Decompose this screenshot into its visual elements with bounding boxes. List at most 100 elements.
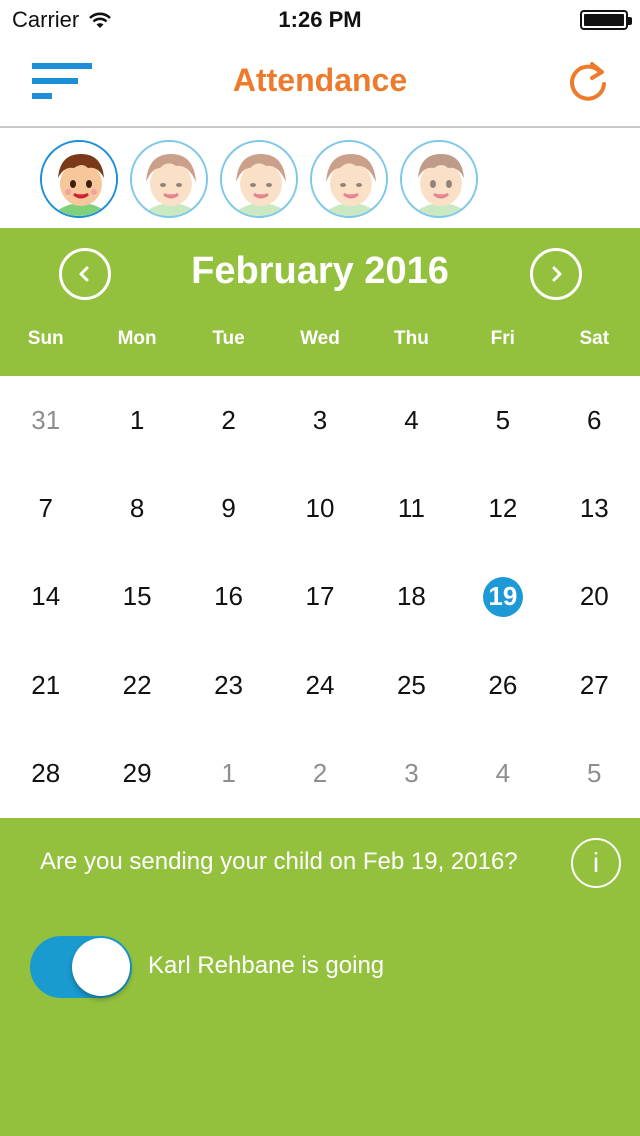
calendar-day-label: 27 — [579, 669, 609, 700]
calendar-day-label: 7 — [38, 493, 53, 524]
calendar-day[interactable]: 9 — [183, 464, 274, 552]
attendance-question: Are you sending your child on Feb 19, 20… — [40, 848, 518, 875]
chevron-right-icon — [552, 266, 562, 282]
calendar-day-label: 26 — [488, 669, 518, 700]
calendar-day[interactable]: 22 — [91, 641, 182, 729]
child-avatar-2[interactable] — [130, 140, 208, 218]
calendar-day[interactable]: 15 — [91, 553, 182, 641]
calendar-day-label: 19 — [482, 576, 523, 617]
calendar-day[interactable]: 5 — [457, 376, 548, 464]
calendar-day[interactable]: 1 — [91, 376, 182, 464]
calendar-day-label: 10 — [305, 493, 335, 524]
calendar-day[interactable]: 4 — [366, 376, 457, 464]
child-avatar-3[interactable] — [220, 140, 298, 218]
calendar-day[interactable]: 10 — [274, 464, 365, 552]
status-left: Carrier — [12, 7, 113, 33]
calendar-day[interactable]: 16 — [183, 553, 274, 641]
calendar-day[interactable]: 23 — [183, 641, 274, 729]
calendar-day-label: 3 — [312, 404, 328, 435]
weekday-row: Sun Mon Tue Wed Thu Fri Sat — [0, 328, 640, 350]
toggle-knob — [72, 938, 130, 996]
calendar-day-label: 1 — [221, 758, 236, 789]
battery-icon — [580, 10, 632, 30]
calendar-day[interactable]: 21 — [0, 641, 91, 729]
calendar-day-label: 23 — [214, 669, 244, 700]
nav-bar: Attendance — [0, 40, 640, 128]
calendar-day-label: 1 — [129, 404, 145, 435]
weekday-label: Sat — [579, 328, 610, 349]
calendar-day[interactable]: 4 — [457, 730, 548, 818]
calendar-day-label: 6 — [587, 404, 602, 435]
boy-face-icon — [402, 142, 476, 216]
calendar-day-label: 20 — [579, 581, 609, 612]
calendar-day-label: 15 — [122, 581, 152, 612]
calendar-day[interactable]: 3 — [274, 376, 365, 464]
calendar-day[interactable]: 17 — [274, 553, 365, 641]
calendar-day[interactable]: 24 — [274, 641, 365, 729]
refresh-button[interactable] — [564, 58, 612, 106]
calendar-day[interactable]: 1 — [183, 730, 274, 818]
next-month-button[interactable] — [530, 248, 582, 300]
calendar-day[interactable]: 14 — [0, 553, 91, 641]
calendar-day-label: 29 — [122, 758, 152, 789]
calendar-day[interactable]: 11 — [366, 464, 457, 552]
calendar-day[interactable]: 29 — [91, 730, 182, 818]
weekday-label: Tue — [212, 328, 245, 349]
weekday-label: Thu — [393, 328, 429, 349]
weekday-label: Fri — [490, 328, 515, 349]
calendar-day-label: 18 — [396, 581, 426, 612]
calendar-day[interactable]: 13 — [549, 464, 640, 552]
child-avatar-4[interactable] — [310, 140, 388, 218]
calendar-day-label: 11 — [397, 493, 425, 524]
calendar-day-label: 22 — [122, 669, 152, 700]
calendar-day-label: 4 — [404, 404, 419, 435]
calendar-grid: 31 1 2 3 4 5 6 7 8 9 10 11 12 13 14 15 16 17 18 19 20 21 22 23 2… — [0, 376, 640, 818]
info-button[interactable]: i — [571, 838, 621, 888]
calendar-day[interactable]: 25 — [366, 641, 457, 729]
calendar-day[interactable]: 6 — [549, 376, 640, 464]
calendar-day[interactable]: 7 — [0, 464, 91, 552]
girl-face-icon — [222, 142, 296, 216]
calendar-day[interactable]: 3 — [366, 730, 457, 818]
child-avatar-5[interactable] — [400, 140, 478, 218]
calendar-day-label: 12 — [488, 493, 518, 524]
calendar-day[interactable]: 20 — [549, 553, 640, 641]
calendar-day[interactable]: 28 — [0, 730, 91, 818]
calendar-day-selected[interactable]: 19 — [457, 553, 548, 641]
wifi-icon — [89, 12, 112, 28]
calendar-day-label: 4 — [495, 758, 511, 789]
calendar-day-label: 8 — [129, 493, 145, 524]
calendar-day-label: 14 — [31, 581, 61, 612]
calendar-day[interactable]: 12 — [457, 464, 548, 552]
carrier-label: Carrier — [12, 7, 80, 32]
calendar-day[interactable]: 8 — [91, 464, 182, 552]
weekday-label: Wed — [300, 328, 340, 349]
calendar-day-label: 24 — [305, 669, 335, 700]
calendar-day-label: 16 — [214, 581, 244, 612]
girl-face-icon — [132, 142, 206, 216]
info-icon: i — [592, 847, 600, 878]
calendar-day[interactable]: 2 — [183, 376, 274, 464]
calendar-day[interactable]: 31 — [0, 376, 91, 464]
calendar-day-label: 5 — [587, 758, 602, 789]
calendar-day-label: 3 — [404, 758, 419, 789]
calendar-day[interactable]: 5 — [549, 730, 640, 818]
calendar-day-label: 25 — [396, 669, 426, 700]
status-bar: Carrier 1:26 PM — [0, 0, 640, 40]
calendar-day[interactable]: 27 — [549, 641, 640, 729]
calendar-day[interactable]: 2 — [274, 730, 365, 818]
weekday-label: Mon — [117, 328, 157, 349]
calendar-day-label: 31 — [31, 404, 61, 435]
child-avatar-1[interactable] — [40, 140, 118, 218]
calendar-day-label: 13 — [579, 493, 609, 524]
calendar-header: February 2016 Sun Mon Tue Wed Thu Fri Sa… — [0, 228, 640, 376]
calendar-day[interactable]: 18 — [366, 553, 457, 641]
calendar-day-label: 17 — [305, 581, 335, 612]
calendar-day-label: 5 — [495, 404, 511, 435]
going-toggle[interactable] — [30, 936, 132, 998]
girl-face-icon — [312, 142, 386, 216]
calendar-day[interactable]: 26 — [457, 641, 548, 729]
page-title: Attendance — [232, 62, 408, 98]
child-selector — [0, 130, 640, 228]
refresh-icon — [570, 62, 606, 101]
